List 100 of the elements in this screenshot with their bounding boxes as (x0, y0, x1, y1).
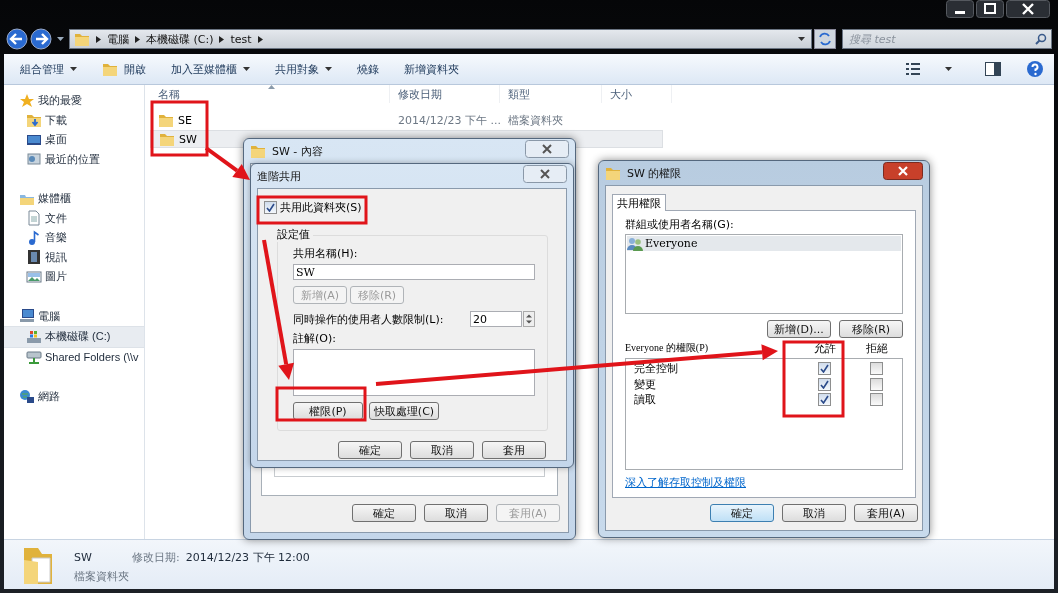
file-name: SW (74, 551, 93, 564)
toolbar-button[interactable]: 燒錄 (357, 61, 379, 77)
chevron-icon (219, 35, 225, 43)
preview-pane-icon[interactable] (985, 62, 1001, 76)
recent-places-icon (26, 151, 42, 168)
search-field[interactable]: 搜尋 test (842, 29, 1052, 49)
button[interactable]: 取消 (782, 504, 846, 522)
sidebar-item[interactable]: 我的最愛 (4, 91, 144, 111)
column-header[interactable]: 大小 (602, 85, 672, 103)
allow-checkbox[interactable] (817, 362, 831, 376)
close-button[interactable] (883, 162, 923, 180)
breadcrumb[interactable]: 本機磁碟 (C:) (146, 31, 214, 47)
button[interactable]: 取消 (410, 441, 474, 459)
column-header[interactable]: 修改日期 (390, 85, 500, 103)
allow-checkbox[interactable] (817, 377, 831, 391)
picture-icon (26, 268, 42, 285)
permission-name: 完全控制 (633, 361, 679, 377)
button[interactable]: 新增(D)... (767, 320, 831, 338)
button[interactable]: 移除(R) (839, 320, 903, 338)
caret-icon[interactable] (57, 37, 64, 41)
help-link[interactable]: 深入了解存取控制及權限 (625, 475, 746, 490)
toolbar-button[interactable]: 開啟 (102, 61, 146, 77)
button[interactable]: 取消 (424, 504, 488, 522)
breadcrumb[interactable]: test (230, 32, 252, 46)
view-options-icon[interactable] (906, 63, 920, 75)
chevron-icon (96, 35, 101, 43)
folder-icon (74, 31, 90, 47)
deny-checkbox[interactable] (869, 362, 883, 376)
list-item[interactable]: Everyone (627, 236, 901, 251)
button[interactable]: 確定 (352, 504, 416, 522)
button[interactable]: 確定 (710, 504, 774, 522)
column-header[interactable]: 類型 (500, 85, 602, 103)
button[interactable]: 套用 (482, 441, 546, 459)
help-icon[interactable] (1026, 60, 1044, 78)
document-icon (26, 210, 42, 227)
comment-field[interactable] (293, 349, 535, 396)
sidebar-item[interactable]: 網路 (4, 387, 144, 407)
minimize-button[interactable] (946, 0, 974, 18)
sidebar-item[interactable]: 電腦 (4, 306, 144, 326)
column-header[interactable]: 名稱 (150, 85, 390, 103)
spinner-arrows-icon[interactable] (523, 311, 535, 327)
chevron-icon (135, 35, 140, 43)
file-row[interactable]: SE 2014/12/23 下午 ... 檔案資料夾 (150, 111, 663, 129)
toolbar-button[interactable]: 加入至媒體櫃 (171, 61, 250, 77)
button[interactable]: 套用(A) (854, 504, 918, 522)
deny-checkbox[interactable] (869, 377, 883, 391)
chevron-icon (257, 35, 263, 43)
toolbar-button[interactable]: 新增資料夾 (404, 61, 459, 77)
deny-checkbox[interactable] (869, 393, 883, 407)
field-label: Everyone 的權限(P) (625, 342, 709, 353)
tab[interactable]: 共用權限 (612, 194, 666, 211)
folder-icon (158, 112, 174, 128)
modified-label: 修改日期: (132, 550, 180, 565)
music-note-icon (26, 229, 42, 246)
window-title: 進階共用 (257, 168, 301, 184)
address-bar[interactable]: 電腦 本機磁碟 (C:) test (69, 29, 812, 49)
sidebar-item[interactable]: 本機磁碟 (C:) (4, 326, 144, 348)
caret-icon (243, 67, 250, 71)
toolbar-button[interactable]: 組合管理 (20, 61, 77, 77)
highlight-box (150, 100, 209, 157)
sidebar-item[interactable]: 桌面 (4, 130, 144, 150)
folder-icon (250, 143, 266, 159)
field-label: 同時操作的使用者人數限制(L): (293, 311, 444, 327)
refresh-button[interactable] (814, 29, 836, 49)
window-title: SW 的權限 (627, 165, 682, 181)
sidebar-item[interactable]: 文件 (4, 208, 144, 228)
number-field[interactable]: 20 (470, 311, 522, 327)
toolbar-button[interactable]: 共用對象 (275, 61, 332, 77)
arrow (204, 146, 250, 180)
sidebar-item[interactable]: Shared Folders (\\v (4, 347, 144, 367)
download-folder-icon (26, 112, 42, 129)
sidebar-item[interactable]: 音樂 (4, 228, 144, 248)
dropdown-icon (798, 37, 805, 41)
column-header: 拒絕 (865, 342, 889, 355)
checkbox[interactable] (264, 200, 277, 214)
sidebar-item[interactable]: 圖片 (4, 267, 144, 287)
folder-icon (102, 61, 118, 77)
button[interactable]: 快取處理(C) (369, 402, 439, 420)
folder-icon (159, 131, 175, 147)
forward-button[interactable] (30, 28, 52, 50)
network-drive-icon (26, 349, 42, 366)
allow-checkbox[interactable] (817, 393, 831, 407)
button[interactable]: 確定 (338, 441, 402, 459)
column-header: 允許 (813, 342, 837, 355)
sidebar-item[interactable]: 媒體櫃 (4, 189, 144, 209)
sort-arrow-icon (268, 85, 275, 89)
sidebar-item[interactable]: 視訊 (4, 247, 144, 267)
maximize-button[interactable] (976, 0, 1004, 18)
back-button[interactable] (6, 28, 28, 50)
sidebar-item[interactable]: 最近的位置 (4, 149, 144, 169)
button[interactable]: 權限(P) (293, 402, 363, 420)
window-title: SW - 內容 (272, 143, 323, 159)
drive-icon (26, 328, 42, 345)
modified-date: 2014/12/23 下午 12:00 (185, 550, 310, 565)
sidebar-item[interactable]: 下載 (4, 110, 144, 130)
field-label: 註解(O): (293, 331, 337, 346)
input-field[interactable]: SW (293, 264, 535, 280)
breadcrumb[interactable]: 電腦 (107, 31, 129, 47)
caret-icon (325, 67, 332, 71)
close-button[interactable] (1006, 0, 1050, 18)
